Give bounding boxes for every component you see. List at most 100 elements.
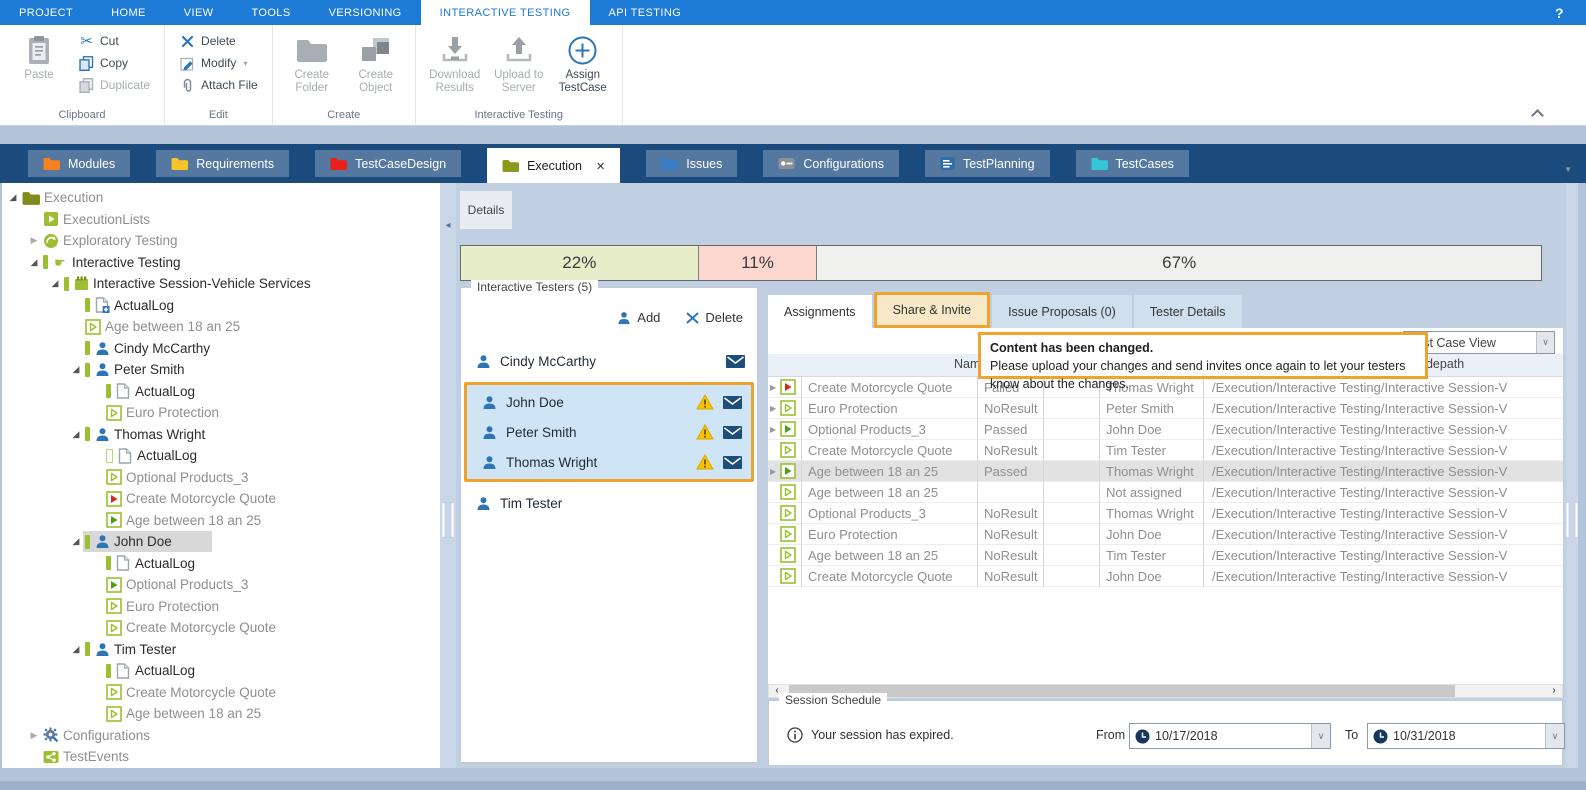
tree-item-testevents[interactable]: TestEvents: [2, 746, 440, 768]
cut-button[interactable]: ✂Cut: [72, 30, 156, 52]
tree-item-optional-products-3[interactable]: Optional Products_3: [2, 467, 440, 489]
tree-item-exploratory-testing[interactable]: ▶ Exploratory Testing: [2, 230, 440, 252]
tree-item-euro-protection[interactable]: Euro Protection: [2, 596, 440, 618]
scrollbar-thumb[interactable]: [789, 685, 1455, 697]
envelope-icon[interactable]: [726, 355, 745, 368]
chevron-down-icon[interactable]: ▾: [243, 59, 247, 68]
tree-item-peter-smith[interactable]: ◢ Peter Smith: [2, 359, 440, 381]
delete-tester-button[interactable]: Delete: [686, 310, 743, 325]
delete-button[interactable]: Delete: [173, 30, 264, 52]
tree-item-interactive-testing[interactable]: ◢ ☛ Interactive Testing: [2, 252, 440, 274]
tree-item-configurations[interactable]: ▶ Configurations: [2, 725, 440, 747]
tree-item-euro-protection[interactable]: Euro Protection: [2, 402, 440, 424]
duplicate-button[interactable]: Duplicate: [72, 74, 156, 96]
tab-issues[interactable]: Issues: [646, 150, 737, 177]
chevron-down-icon[interactable]: ∨: [1545, 724, 1564, 748]
row-expander-icon[interactable]: ▶: [770, 383, 779, 392]
expander-icon[interactable]: ◢: [69, 429, 83, 440]
assign-testcase-button[interactable]: Assign TestCase: [552, 30, 614, 99]
tree-item-executionlists[interactable]: ExecutionLists: [2, 209, 440, 231]
tab-testplanning[interactable]: TestPlanning: [925, 150, 1050, 177]
table-row-euro-protection[interactable]: ▶ Euro Protection NoResult Peter Smith /…: [768, 398, 1563, 419]
tab-testcasedesign[interactable]: TestCaseDesign: [315, 150, 461, 177]
tree-item-execution[interactable]: ◢ Execution: [2, 187, 440, 209]
attach-file-button[interactable]: Attach File: [173, 74, 264, 96]
expander-icon[interactable]: ◢: [6, 192, 20, 203]
chevron-down-icon[interactable]: ∨: [1311, 724, 1330, 748]
menu-project[interactable]: PROJECT: [0, 0, 92, 25]
table-row-create-motorcycle-quote[interactable]: Create Motorcycle Quote NoResult John Do…: [768, 566, 1563, 587]
envelope-icon[interactable]: [723, 426, 742, 439]
expander-icon[interactable]: ▶: [27, 730, 41, 741]
chevron-down-icon[interactable]: ∨: [1536, 332, 1554, 353]
paste-button[interactable]: Paste: [8, 30, 70, 86]
splitter-grip[interactable]: [443, 503, 454, 537]
menu-tools[interactable]: TOOLS: [232, 0, 309, 25]
table-row-optional-products-3[interactable]: Optional Products_3 NoResult Thomas Wrig…: [768, 503, 1563, 524]
expander-icon[interactable]: ◢: [48, 278, 62, 289]
menu-view[interactable]: VIEW: [165, 0, 233, 25]
tree-item-interactive-session-vehicle-services[interactable]: ◢ Interactive Session-Vehicle Services: [2, 273, 440, 295]
copy-button[interactable]: Copy: [72, 52, 156, 74]
tabstrip-overflow-icon[interactable]: ▼: [1564, 159, 1572, 177]
tree-item-john-doe[interactable]: ◢ John Doe: [2, 531, 440, 553]
tab-tester-details[interactable]: Tester Details: [1134, 295, 1242, 328]
tree-item-create-motorcycle-quote[interactable]: Create Motorcycle Quote: [2, 488, 440, 510]
tree-item-thomas-wright[interactable]: ◢ Thomas Wright: [2, 424, 440, 446]
row-expander-icon[interactable]: ▶: [770, 404, 779, 413]
menu-interactive-testing[interactable]: INTERACTIVE TESTING: [421, 0, 590, 25]
envelope-icon[interactable]: [723, 456, 742, 469]
create-object-button[interactable]: Create Object: [345, 30, 407, 99]
tab-execution[interactable]: Execution✕: [487, 148, 620, 183]
tree-item-optional-products-3[interactable]: Optional Products_3: [2, 574, 440, 596]
upload-to-server-button[interactable]: Upload to Server: [488, 30, 550, 99]
expander-icon[interactable]: ◢: [27, 257, 41, 268]
expander-icon[interactable]: ◢: [69, 364, 83, 375]
tab-testcases[interactable]: TestCases: [1076, 150, 1189, 177]
to-date-picker[interactable]: 10/31/2018 ∨: [1367, 723, 1565, 749]
tab-configurations[interactable]: Configurations: [763, 150, 899, 177]
tab-assignments[interactable]: Assignments: [768, 295, 872, 328]
tree-item-create-motorcycle-quote[interactable]: Create Motorcycle Quote: [2, 682, 440, 704]
tab-modules[interactable]: Modules: [28, 150, 130, 177]
tree-item-tim-tester[interactable]: ◢ Tim Tester: [2, 639, 440, 661]
tree-item-age-between-18-an-25[interactable]: Age between 18 an 25: [2, 316, 440, 338]
tree-item-age-between-18-an-25[interactable]: Age between 18 an 25: [2, 703, 440, 725]
tester-row-thomas-wright[interactable]: Thomas Wright: [467, 447, 751, 477]
tree-item-actuallog[interactable]: ActualLog: [2, 445, 440, 467]
tester-row-tim-tester[interactable]: Tim Tester: [461, 488, 757, 518]
tree-item-actuallog[interactable]: ActualLog: [2, 660, 440, 682]
expander-icon[interactable]: ▶: [27, 235, 41, 246]
collapse-left-icon[interactable]: ◂: [445, 215, 450, 233]
tree-item-age-between-18-an-25[interactable]: Age between 18 an 25: [2, 510, 440, 532]
tab-share-invite[interactable]: Share & Invite: [874, 292, 991, 328]
tree-item-actuallog[interactable]: ActualLog: [2, 295, 440, 317]
tab-requirements[interactable]: Requirements: [156, 150, 289, 177]
from-date-picker[interactable]: 10/17/2018 ∨: [1129, 723, 1331, 749]
row-expander-icon[interactable]: ▶: [770, 467, 779, 476]
help-button[interactable]: ?: [1533, 0, 1586, 25]
download-results-button[interactable]: Download Results: [424, 30, 486, 99]
tree-item-cindy-mccarthy[interactable]: Cindy McCarthy: [2, 338, 440, 360]
table-row-create-motorcycle-quote[interactable]: Create Motorcycle Quote NoResult Tim Tes…: [768, 440, 1563, 461]
tree-item-actuallog[interactable]: ActualLog: [2, 381, 440, 403]
table-row-age-between-18-an-25[interactable]: ▶ Age between 18 an 25 Passed Thomas Wri…: [768, 461, 1563, 482]
horizontal-scrollbar[interactable]: ‹ ›: [768, 684, 1563, 698]
menu-home[interactable]: HOME: [92, 0, 165, 25]
close-icon[interactable]: ✕: [596, 159, 605, 173]
tab-issue-proposals-0-[interactable]: Issue Proposals (0): [992, 295, 1132, 328]
tester-row-peter-smith[interactable]: Peter Smith: [467, 417, 751, 447]
tree-item-actuallog[interactable]: ActualLog: [2, 553, 440, 575]
expander-icon[interactable]: ◢: [69, 536, 83, 547]
details-tab[interactable]: Details: [460, 191, 512, 229]
table-row-euro-protection[interactable]: Euro Protection NoResult John Doe /Execu…: [768, 524, 1563, 545]
modify-button[interactable]: Modify▾: [173, 52, 264, 74]
tree-splitter[interactable]: ◂: [440, 183, 456, 768]
row-expander-icon[interactable]: ▶: [770, 425, 779, 434]
tester-row-cindy-mccarthy[interactable]: Cindy McCarthy: [461, 346, 757, 376]
expander-icon[interactable]: ◢: [69, 644, 83, 655]
menu-api-testing[interactable]: API TESTING: [590, 0, 701, 25]
scroll-right-icon[interactable]: ›: [1546, 685, 1562, 697]
envelope-icon[interactable]: [723, 396, 742, 409]
create-folder-button[interactable]: Create Folder: [281, 30, 343, 99]
